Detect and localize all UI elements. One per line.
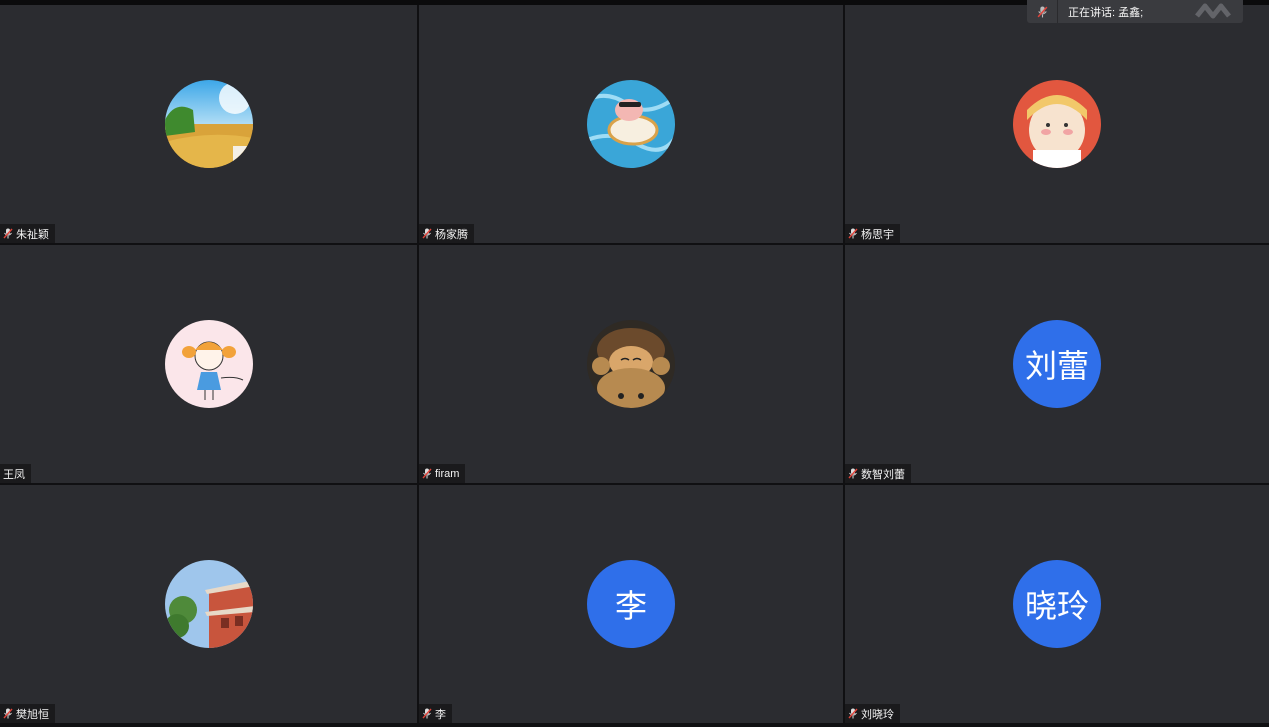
muted-mic-icon: [3, 228, 13, 239]
participant-tile-2[interactable]: 杨家腾: [419, 5, 843, 243]
participant-tile-8[interactable]: 李 李: [419, 485, 843, 723]
muted-mic-icon: [1027, 0, 1058, 23]
participant-name: 数智刘蕾: [861, 468, 905, 481]
avatar: [164, 320, 253, 408]
speaking-label: 正在讲话: 孟鑫;: [1068, 6, 1144, 19]
avatar: [587, 320, 675, 408]
participant-name: 刘晓玲: [861, 708, 894, 721]
text-avatar: 刘蕾: [1013, 320, 1101, 408]
participant-tile-3[interactable]: 杨思宇: [845, 5, 1269, 243]
muted-mic-icon: [422, 228, 432, 239]
participant-tile-9[interactable]: 晓玲 刘晓玲: [845, 485, 1269, 723]
participant-name-tag: firam: [419, 464, 466, 483]
participant-tile-6[interactable]: 刘蕾 数智刘蕾: [845, 245, 1269, 483]
participant-name: 杨家腾: [435, 228, 468, 241]
participant-name-tag: 李: [419, 704, 452, 723]
video-grid: 朱祉颖 杨家腾 杨思宇 王凤 firam 刘蕾 数智刘蕾 樊旭恒 李 李 晓玲 …: [0, 5, 1269, 723]
blurred-logo-icon: [1193, 2, 1233, 20]
participant-name-tag: 杨思宇: [845, 224, 900, 243]
participant-tile-5[interactable]: firam: [419, 245, 843, 483]
participant-name: 王凤: [3, 468, 25, 481]
participant-name: 杨思宇: [861, 228, 894, 241]
speaking-indicator[interactable]: 正在讲话: 孟鑫;: [1027, 0, 1243, 23]
muted-mic-icon: [848, 228, 858, 239]
participant-tile-7[interactable]: 樊旭恒: [0, 485, 417, 723]
participant-name-tag: 樊旭恒: [0, 704, 55, 723]
participant-name-tag: 数智刘蕾: [845, 464, 911, 483]
participant-tile-1[interactable]: 朱祉颖: [0, 5, 417, 243]
avatar: [164, 560, 253, 648]
muted-mic-icon: [422, 468, 432, 479]
muted-mic-icon: [422, 708, 432, 719]
participant-name-tag: 朱祉颖: [0, 224, 55, 243]
avatar: [587, 80, 675, 168]
text-avatar: 李: [587, 560, 675, 648]
participant-name: firam: [435, 467, 460, 480]
participant-name: 朱祉颖: [16, 228, 49, 241]
text-avatar: 晓玲: [1013, 560, 1101, 648]
participant-name-tag: 杨家腾: [419, 224, 474, 243]
muted-mic-icon: [848, 468, 858, 479]
participant-tile-4[interactable]: 王凤: [0, 245, 417, 483]
muted-mic-icon: [848, 708, 858, 719]
participant-name: 樊旭恒: [16, 708, 49, 721]
avatar: [164, 80, 253, 168]
participant-name-tag: 王凤: [0, 464, 31, 483]
muted-mic-icon: [3, 708, 13, 719]
avatar: [1013, 80, 1101, 168]
participant-name-tag: 刘晓玲: [845, 704, 900, 723]
participant-name: 李: [435, 708, 446, 721]
